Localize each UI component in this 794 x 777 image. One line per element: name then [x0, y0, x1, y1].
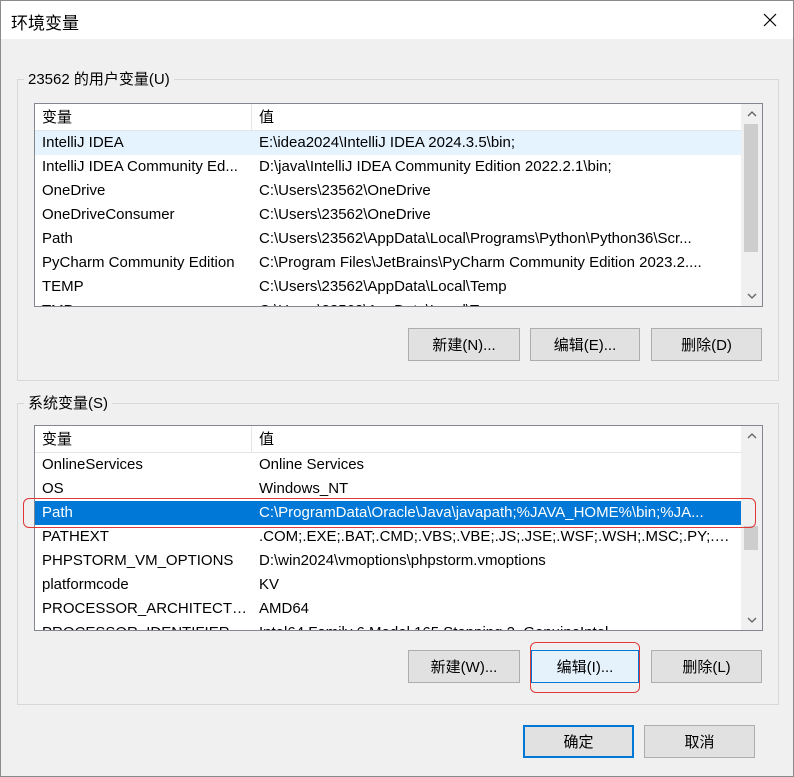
row-value: D:\java\IntelliJ IDEA Community Edition …: [259, 158, 612, 175]
system-variables-label: 系统变量(S): [24, 392, 112, 413]
row-value: Online Services: [259, 456, 365, 473]
window-title: 环境变量: [11, 14, 79, 33]
row-value: C:\Users\23562\OneDrive: [259, 206, 431, 223]
system-delete-button[interactable]: 删除(L): [651, 650, 762, 683]
system-new-button[interactable]: 新建(W)...: [408, 650, 520, 683]
table-row[interactable]: PROCESSOR_IDENTIFIER Intel64 Family 6 Mo…: [35, 621, 741, 630]
row-value: C:\Users\23562\OneDrive: [259, 182, 431, 199]
column-header-value[interactable]: 值: [252, 104, 741, 131]
environment-variables-dialog: 环境变量 23562 的用户变量(U) 变量 值 IntelliJ IDEA E…: [0, 0, 794, 777]
row-variable: OS: [42, 480, 64, 497]
row-value: C:\Program Files\JetBrains\PyCharm Commu…: [259, 254, 702, 271]
scroll-thumb[interactable]: [744, 526, 758, 550]
table-row[interactable]: IntelliJ IDEA Community Ed... D:\java\In…: [35, 155, 741, 179]
user-edit-button[interactable]: 编辑(E)...: [530, 328, 640, 361]
scroll-up-arrow[interactable]: [741, 104, 762, 124]
table-row-selected[interactable]: Path C:\ProgramData\Oracle\Java\javapath…: [35, 501, 741, 525]
row-value: E:\idea2024\IntelliJ IDEA 2024.3.5\bin;: [259, 134, 516, 151]
chevron-up-icon: [747, 433, 756, 439]
row-variable: PROCESSOR_ARCHITECTURE: [42, 600, 252, 617]
row-variable: TEMP: [42, 278, 84, 295]
row-variable: TMP: [35, 299, 252, 306]
ok-button[interactable]: 确定: [523, 725, 634, 758]
user-list-header: 变量 值: [35, 104, 741, 131]
column-header-value[interactable]: 值: [252, 426, 741, 453]
table-row[interactable]: OS Windows_NT: [35, 477, 741, 501]
table-row[interactable]: OneDrive C:\Users\23562\OneDrive: [35, 179, 741, 203]
table-row[interactable]: IntelliJ IDEA E:\idea2024\IntelliJ IDEA …: [35, 131, 741, 155]
row-value: KV: [259, 576, 280, 593]
chevron-down-icon: [747, 617, 756, 623]
row-variable: Path: [42, 504, 73, 521]
table-row[interactable]: platformcode KV: [35, 573, 741, 597]
user-list-rows: IntelliJ IDEA E:\idea2024\IntelliJ IDEA …: [35, 131, 741, 306]
system-list-scrollbar[interactable]: [741, 426, 762, 630]
table-row[interactable]: PHPSTORM_VM_OPTIONS D:\win2024\vmoptions…: [35, 549, 741, 573]
row-value: C:\Users\23562\AppData\Local\Temp: [259, 278, 507, 295]
system-list-header: 变量 值: [35, 426, 741, 453]
row-variable: PATHEXT: [42, 528, 109, 545]
row-variable: platformcode: [42, 576, 129, 593]
system-list-rows: OnlineServices Online Services OS Window…: [35, 453, 741, 630]
scroll-up-arrow[interactable]: [741, 426, 762, 446]
row-value: C:\ProgramData\Oracle\Java\javapath;%JAV…: [259, 504, 704, 521]
system-variables-list[interactable]: 变量 值 OnlineServices Online Services OS W…: [34, 425, 763, 631]
row-value: C:\Users\23562\AppData\Local\Temp: [252, 299, 741, 306]
row-value: Windows_NT: [259, 480, 349, 497]
column-header-variable[interactable]: 变量: [35, 104, 252, 131]
row-variable: PROCESSOR_IDENTIFIER: [35, 621, 252, 630]
user-variables-list[interactable]: 变量 值 IntelliJ IDEA E:\idea2024\IntelliJ …: [34, 103, 763, 307]
title-bar: 环境变量: [1, 1, 793, 39]
row-variable: PyCharm Community Edition: [42, 254, 235, 271]
chevron-down-icon: [747, 293, 756, 299]
row-variable: OneDriveConsumer: [42, 206, 175, 223]
table-row[interactable]: PROCESSOR_ARCHITECTURE AMD64: [35, 597, 741, 621]
row-variable: PHPSTORM_VM_OPTIONS: [42, 552, 234, 569]
row-value: Intel64 Family 6 Model 165 Stepping 2, G…: [252, 621, 741, 630]
table-row[interactable]: PATHEXT .COM;.EXE;.BAT;.CMD;.VBS;.VBE;.J…: [35, 525, 741, 549]
row-variable: IntelliJ IDEA Community Ed...: [42, 158, 238, 175]
row-variable: OneDrive: [42, 182, 106, 199]
cancel-button[interactable]: 取消: [644, 725, 755, 758]
chevron-up-icon: [747, 111, 756, 117]
scroll-down-arrow[interactable]: [741, 286, 762, 306]
close-button[interactable]: [747, 1, 793, 39]
table-row[interactable]: OneDriveConsumer C:\Users\23562\OneDrive: [35, 203, 741, 227]
user-new-button[interactable]: 新建(N)...: [408, 328, 520, 361]
user-delete-button[interactable]: 删除(D): [651, 328, 762, 361]
row-value: C:\Users\23562\AppData\Local\Programs\Py…: [259, 230, 692, 247]
user-list-scrollbar[interactable]: [741, 104, 762, 306]
table-row[interactable]: Path C:\Users\23562\AppData\Local\Progra…: [35, 227, 741, 251]
row-variable: Path: [42, 230, 73, 247]
table-row[interactable]: OnlineServices Online Services: [35, 453, 741, 477]
close-icon: [763, 13, 777, 27]
scroll-thumb[interactable]: [744, 124, 758, 252]
scroll-down-arrow[interactable]: [741, 610, 762, 630]
row-value: .COM;.EXE;.BAT;.CMD;.VBS;.VBE;.JS;.JSE;.…: [259, 528, 741, 545]
row-value: D:\win2024\vmoptions\phpstorm.vmoptions: [259, 552, 546, 569]
table-row[interactable]: TMP C:\Users\23562\AppData\Local\Temp: [35, 299, 741, 306]
row-variable: IntelliJ IDEA: [42, 134, 124, 151]
system-edit-button[interactable]: 编辑(I)...: [531, 650, 639, 683]
table-row[interactable]: PyCharm Community Edition C:\Program Fil…: [35, 251, 741, 275]
row-variable: OnlineServices: [42, 456, 143, 473]
row-value: AMD64: [259, 600, 310, 617]
table-row[interactable]: TEMP C:\Users\23562\AppData\Local\Temp: [35, 275, 741, 299]
column-header-variable[interactable]: 变量: [35, 426, 252, 453]
user-variables-label: 23562 的用户变量(U): [24, 68, 174, 89]
